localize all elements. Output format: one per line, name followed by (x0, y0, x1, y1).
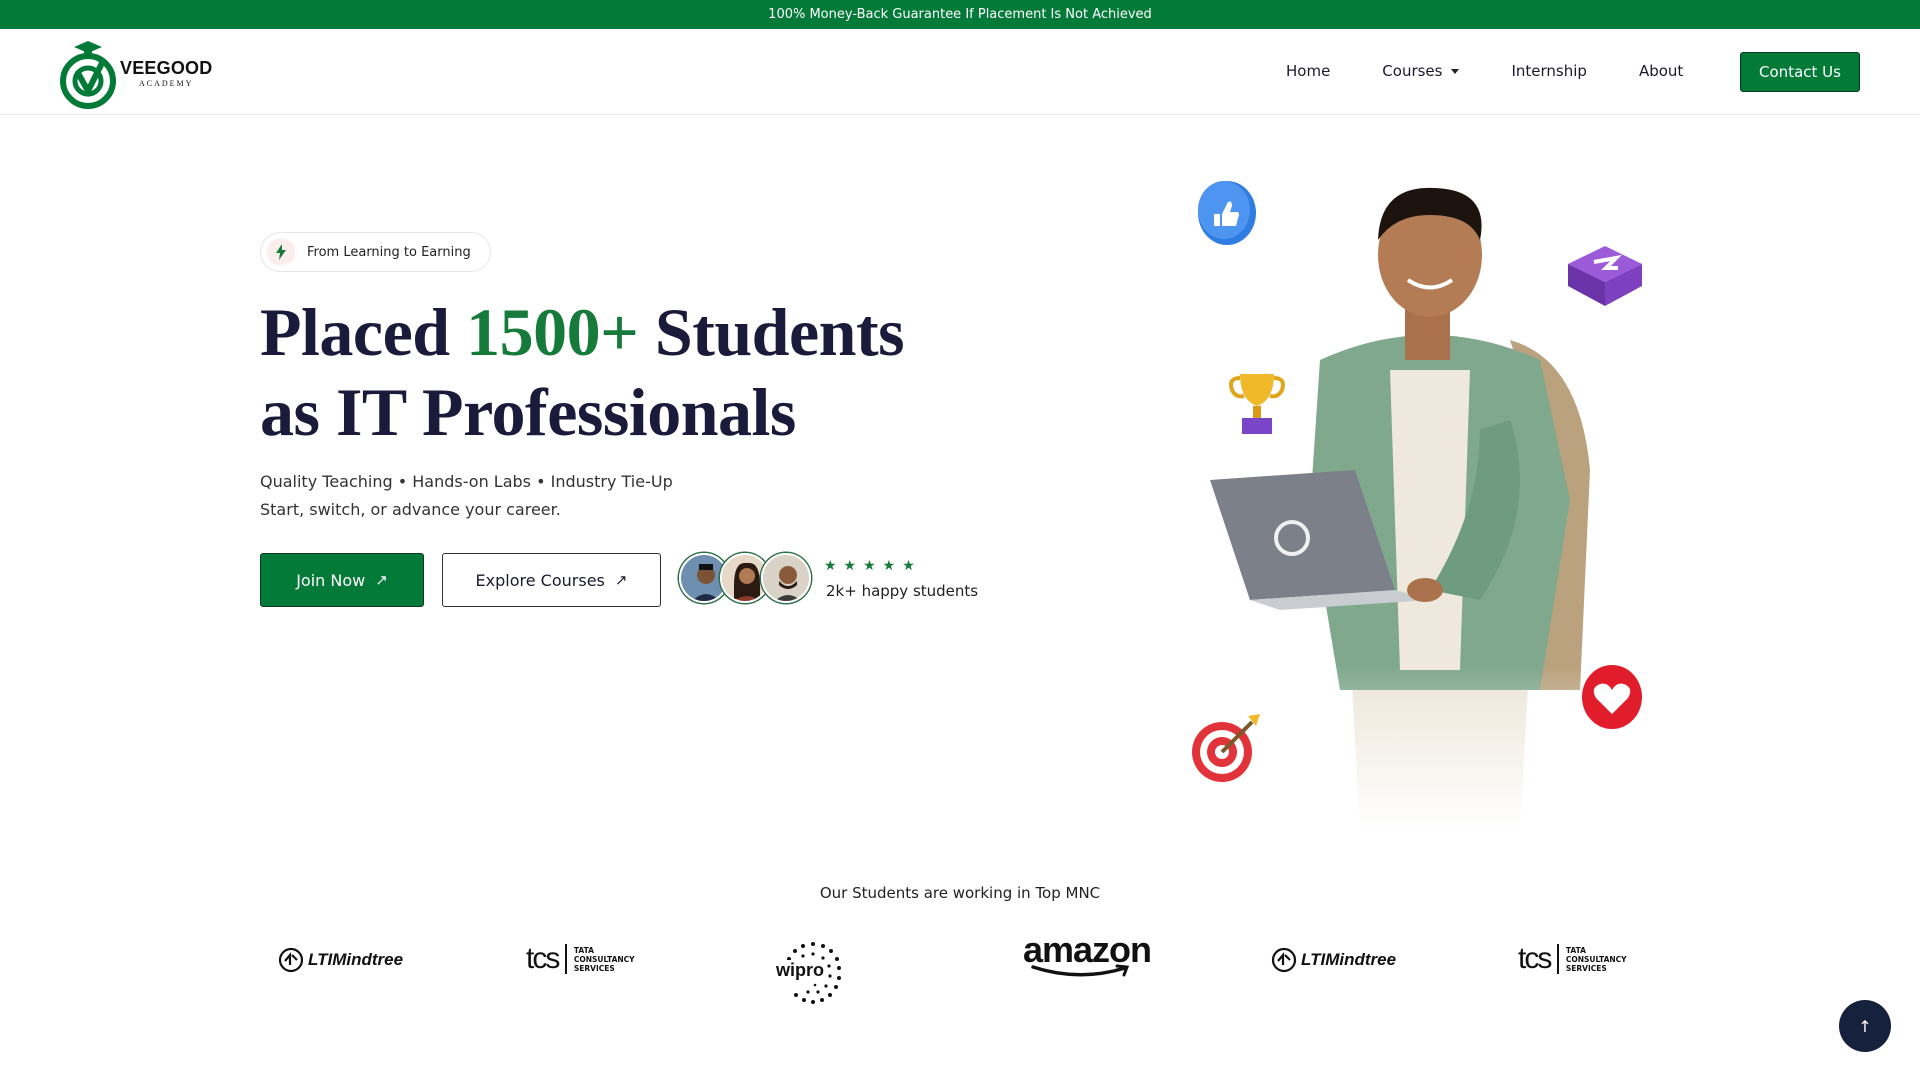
arrow-up-right-icon: ↗ (375, 571, 388, 589)
logo-subtext: TATA CONSULTANCY SERVICES (1566, 946, 1627, 973)
ltimindtree-logo: LTIMindtree (1271, 947, 1396, 973)
thumbs-up-icon (1196, 180, 1258, 246)
brand-tagline: ACADEMY (138, 78, 194, 88)
contact-us-button[interactable]: Contact Us (1740, 52, 1860, 92)
headline-line2: as IT Professionals (260, 374, 796, 450)
nav-courses-label: Courses (1382, 62, 1443, 80)
logo-sub-2: CONSULTANCY (1565, 954, 1627, 964)
logo-sub-2: CONSULTANCY (573, 954, 635, 964)
explore-courses-button[interactable]: Explore Courses ↗ (442, 553, 661, 607)
trophy-icon (1226, 370, 1288, 438)
amazon-smile-icon (1031, 964, 1130, 977)
hero-sub2: Start, switch, or advance your career. (260, 500, 561, 519)
headline-part2: Students (638, 294, 905, 370)
student-avatars (679, 553, 811, 607)
rating-text: 2k+ happy students (826, 582, 979, 600)
announcement-text: 100% Money-Back Guarantee If Placement I… (768, 7, 1152, 22)
logo-sub-3: SERVICES (573, 963, 615, 973)
amazon-logo: amazon (1023, 929, 1152, 978)
headline-part1: Placed (260, 294, 467, 370)
hero-subtext: Quality Teaching • Hands-on Labs • Indus… (260, 468, 673, 524)
nav-internship-label: Internship (1511, 62, 1587, 80)
tcs-logo: tcs TATA CONSULTANCY SERVICES (526, 942, 635, 976)
hero-badge: From Learning to Earning (260, 232, 491, 272)
logo-name: tcs (526, 942, 560, 975)
arrow-up-right-icon: ↗ (614, 571, 628, 589)
navbar: VEEGOOD ACADEMY Home Courses Internship … (0, 29, 1920, 115)
nav-internship[interactable]: Internship (1511, 62, 1586, 80)
brand-logo[interactable]: VEEGOOD ACADEMY (58, 37, 218, 109)
mnc-logo-strip: LTIMindtree tcs TATA CONSULTANCY SERVICE… (0, 930, 1920, 1010)
explore-courses-label: Explore Courses (475, 570, 605, 590)
ltimindtree-logo: LTIMindtree (278, 947, 403, 973)
hero-headline: Placed 1500+ Students as IT Professional… (260, 292, 905, 452)
nav-courses[interactable]: Courses (1382, 62, 1460, 80)
logo-sub-1: TATA (1565, 945, 1586, 955)
logo-divider (1557, 944, 1559, 974)
logo-name: amazon (1023, 929, 1152, 970)
logo-name: tcs (1518, 942, 1552, 975)
nav-about-label: About (1638, 62, 1684, 80)
nav-menu: Home Courses Internship About (1286, 62, 1735, 80)
announcement-bar: 100% Money-Back Guarantee If Placement I… (0, 0, 1920, 29)
cube-icon (1566, 244, 1644, 308)
avatar (761, 553, 811, 603)
join-now-button[interactable]: Join Now ↗ (260, 553, 424, 607)
lightning-icon (267, 238, 295, 266)
logo-sub-3: SERVICES (1565, 963, 1607, 973)
target-icon (1190, 710, 1264, 784)
ltimindtree-mark-icon (278, 947, 304, 973)
nav-home[interactable]: Home (1286, 62, 1330, 80)
logo-name: wipro (775, 960, 825, 981)
arrow-up-icon: ↑ (1858, 1016, 1872, 1036)
join-now-label: Join Now (296, 570, 366, 590)
brand-name: VEEGOOD (120, 57, 213, 78)
badge-text: From Learning to Earning (307, 244, 471, 260)
wipro-logo: wipro (773, 940, 853, 1006)
scroll-to-top-button[interactable]: ↑ (1839, 1000, 1891, 1052)
mnc-section-title: Our Students are working in Top MNC (819, 884, 1101, 902)
logo-name: LTIMindtree (1301, 950, 1397, 969)
heart-icon (1580, 664, 1644, 730)
logo-emblem-icon (58, 37, 118, 109)
logo-sub-1: TATA (573, 945, 594, 955)
nav-home-label: Home (1286, 62, 1331, 80)
rating-stars: ★★★★★ (824, 558, 922, 574)
logo-divider (565, 944, 567, 974)
headline-highlight: 1500+ (466, 294, 639, 370)
logo-name: LTIMindtree (308, 950, 404, 969)
hero-sub1: Quality Teaching • Hands-on Labs • Indus… (260, 472, 673, 491)
nav-about[interactable]: About (1639, 62, 1683, 80)
tcs-logo: tcs TATA CONSULTANCY SERVICES (1518, 942, 1627, 976)
caret-down-icon (1451, 68, 1460, 74)
ltimindtree-mark-icon (1271, 947, 1297, 973)
logo-subtext: TATA CONSULTANCY SERVICES (574, 946, 635, 973)
